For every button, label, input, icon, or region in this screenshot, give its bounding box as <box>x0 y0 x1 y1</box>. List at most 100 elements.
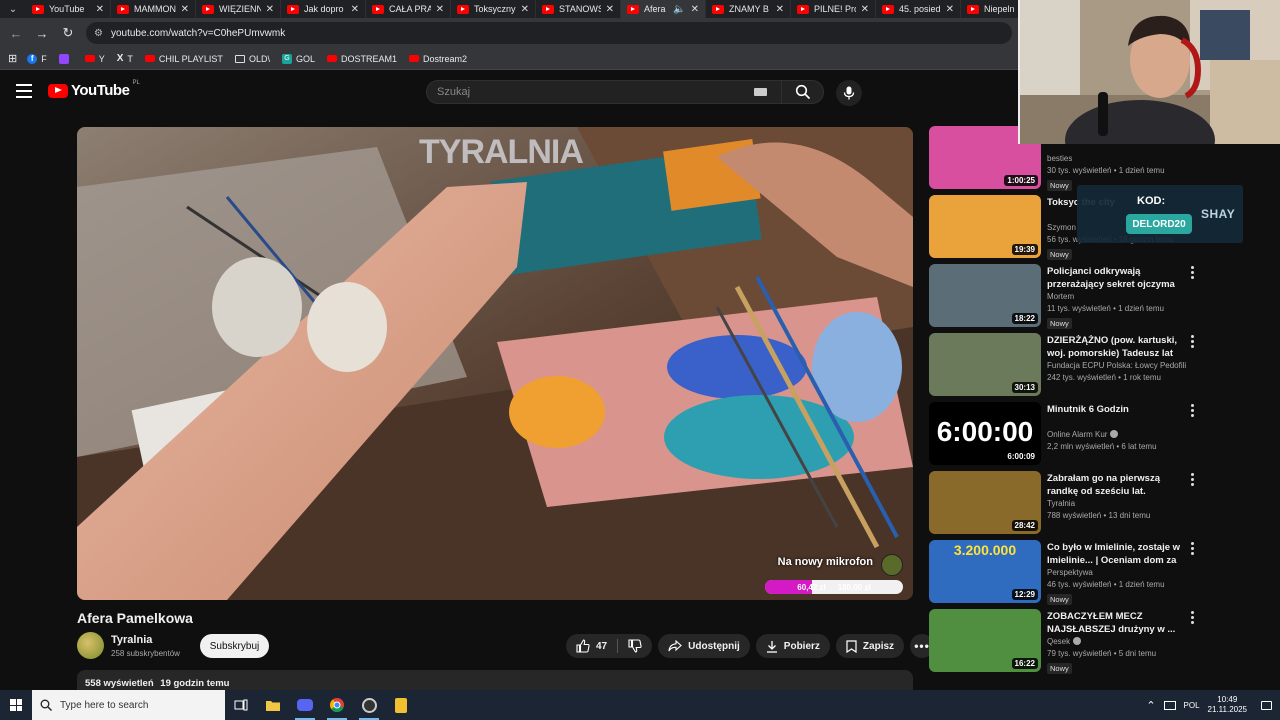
apps-grid-icon[interactable]: ⊞ <box>8 52 17 65</box>
bookmark-item[interactable]: CHIL PLAYLIST <box>144 53 223 64</box>
video-thumbnail[interactable]: 3.200.000 12:29 <box>929 540 1041 603</box>
dislike-button[interactable] <box>618 634 652 658</box>
tab-close-icon[interactable]: ✕ <box>861 4 869 15</box>
more-vertical-icon[interactable] <box>1188 404 1196 417</box>
bookmark-item[interactable]: fF <box>27 53 47 64</box>
recommended-video[interactable]: 3.200.000 12:29 Co było w Imielinie, zosta… <box>929 540 1205 606</box>
browser-tab[interactable]: Toksyczny ✕ <box>451 0 536 18</box>
video-thumbnail[interactable]: 16:22 <box>929 609 1041 672</box>
forward-arrow-icon[interactable]: → <box>34 26 50 41</box>
recommended-channel[interactable]: Fundacja ECPU Polska: Łowcy Pedofili <box>1047 361 1186 370</box>
recommended-video[interactable]: 30:13 DZIERŻĄŻNO (pow. kartuski, woj. pom… <box>929 333 1205 399</box>
tab-search-chevron-icon[interactable]: ⌄ <box>0 0 26 18</box>
taskbar-app-yellow[interactable] <box>385 690 417 720</box>
recommended-title[interactable]: Zabrałam go na pierwszą randkę od sześci… <box>1047 472 1181 498</box>
youtube-logo[interactable]: YouTube PL <box>48 80 140 99</box>
task-view-button[interactable] <box>225 690 257 720</box>
menu-hamburger-icon[interactable] <box>16 84 32 98</box>
recommended-video[interactable]: 6:00:00 6:00:09 Minutnik 6 Godzin Online Al… <box>929 402 1205 468</box>
recommended-title[interactable]: ZOBACZYŁEM MECZ NAJSŁABSZEJ drużyny w ..… <box>1047 610 1181 636</box>
search-input[interactable] <box>427 81 754 103</box>
site-info-icon[interactable]: ⚙ <box>94 28 103 39</box>
browser-tab[interactable]: Afera F 🔈 ✕ <box>621 0 706 18</box>
video-thumbnail[interactable]: 18:22 <box>929 264 1041 327</box>
more-vertical-icon[interactable] <box>1188 542 1196 555</box>
back-arrow-icon[interactable]: ← <box>8 26 24 41</box>
bookmark-item[interactable]: Dostream2 <box>408 53 467 64</box>
recommended-channel[interactable]: Perspektywa <box>1047 568 1093 577</box>
channel-name[interactable]: Tyralnia <box>111 634 152 646</box>
tray-chevron-icon[interactable]: ⌃ <box>1146 699 1155 712</box>
notifications-icon[interactable] <box>1261 700 1272 710</box>
more-vertical-icon[interactable] <box>1188 266 1196 279</box>
tab-close-icon[interactable]: ✕ <box>776 4 784 15</box>
browser-tab[interactable]: MAMMON ✕ <box>111 0 196 18</box>
more-vertical-icon[interactable] <box>1188 611 1196 624</box>
browser-tab[interactable]: PILNE! Pro ✕ <box>791 0 876 18</box>
bookmark-item[interactable]: OLD\ <box>234 53 270 64</box>
browser-tab[interactable]: Jak dopro ✕ <box>281 0 366 18</box>
keyboard-icon[interactable] <box>754 88 767 96</box>
recommended-channel[interactable]: Qesek <box>1047 637 1070 646</box>
download-button[interactable]: Pobierz <box>755 634 830 658</box>
channel-avatar[interactable] <box>77 632 104 659</box>
browser-tab[interactable]: WIĘZIENN ✕ <box>196 0 281 18</box>
recommended-channel[interactable]: Mortem <box>1047 292 1074 301</box>
browser-tab[interactable]: STANOWS ✕ <box>536 0 621 18</box>
recommended-video[interactable]: 18:22 Policjanci odkrywają przerażający s… <box>929 264 1205 330</box>
share-button[interactable]: Udostępnij <box>658 634 750 658</box>
taskbar-search[interactable] <box>32 690 225 720</box>
tab-close-icon[interactable]: ✕ <box>96 4 104 15</box>
taskbar-clock[interactable]: 10:49 21.11.2025 <box>1208 695 1247 715</box>
tab-close-icon[interactable]: ✕ <box>946 4 954 15</box>
taskbar-file-explorer[interactable] <box>257 690 289 720</box>
taskbar-search-input[interactable] <box>60 699 210 711</box>
recommended-channel[interactable]: Szymon <box>1047 223 1076 232</box>
taskbar-discord[interactable] <box>289 690 321 720</box>
voice-search-button[interactable] <box>836 80 862 106</box>
browser-tab[interactable]: YouTube ✕ <box>26 0 111 18</box>
tab-close-icon[interactable]: ✕ <box>436 4 444 15</box>
browser-tab[interactable]: CAŁA PRA ✕ <box>366 0 451 18</box>
tab-close-icon[interactable]: ✕ <box>606 4 614 15</box>
tab-close-icon[interactable]: ✕ <box>351 4 359 15</box>
recommended-video[interactable]: 16:22 ZOBACZYŁEM MECZ NAJSŁABSZEJ drużyny… <box>929 609 1205 675</box>
video-thumbnail[interactable]: 30:13 <box>929 333 1041 396</box>
network-icon[interactable] <box>1163 700 1176 710</box>
video-thumbnail[interactable]: 28:42 <box>929 471 1041 534</box>
bookmark-item[interactable]: DOSTREAM1 <box>326 53 397 64</box>
bookmark-item[interactable]: Y <box>84 53 105 64</box>
audio-icon[interactable]: 🔈 <box>673 4 685 15</box>
more-vertical-icon[interactable] <box>1188 473 1196 486</box>
recommended-title[interactable]: Policjanci odkrywają przerażający sekret… <box>1047 265 1181 291</box>
reload-icon[interactable]: ↻ <box>60 25 76 41</box>
bookmark-item[interactable]: XT <box>117 53 133 64</box>
taskbar-obs[interactable] <box>353 690 385 720</box>
video-thumbnail[interactable]: 19:39 <box>929 195 1041 258</box>
recommended-channel[interactable]: Online Alarm Kur <box>1047 430 1107 439</box>
recommended-title[interactable]: DZIERŻĄŻNO (pow. kartuski, woj. pomorski… <box>1047 334 1181 360</box>
save-button[interactable]: Zapisz <box>835 634 905 658</box>
tab-close-icon[interactable]: ✕ <box>521 4 529 15</box>
tab-close-icon[interactable]: ✕ <box>691 4 699 15</box>
recommended-video[interactable]: 28:42 Zabrałam go na pierwszą randkę od s… <box>929 471 1205 537</box>
subscribe-button[interactable]: Subskrybuj <box>200 634 269 658</box>
video-thumbnail[interactable]: 6:00:00 6:00:09 <box>929 402 1041 465</box>
browser-tab[interactable]: 45. posied ✕ <box>876 0 961 18</box>
language-indicator[interactable]: POL <box>1184 701 1200 710</box>
recommended-channel[interactable]: Tyralnia <box>1047 499 1075 508</box>
recommended-title[interactable]: Minutnik 6 Godzin <box>1047 403 1181 416</box>
browser-tab[interactable]: ZNAMY B ✕ <box>706 0 791 18</box>
more-vertical-icon[interactable] <box>1188 335 1196 348</box>
start-button[interactable] <box>0 690 32 720</box>
video-player[interactable]: TYRALNIA Na nowy mikrofon 60,42 zł 180,0… <box>77 127 913 600</box>
taskbar-chrome[interactable] <box>321 690 353 720</box>
recommended-channel[interactable]: besties <box>1047 154 1072 163</box>
search-button[interactable] <box>781 81 823 103</box>
like-button[interactable]: 47 <box>566 634 617 658</box>
tab-close-icon[interactable]: ✕ <box>266 4 274 15</box>
bookmark-item[interactable]: G GOL <box>281 53 315 64</box>
recommended-title[interactable]: Co było w Imielinie, zostaje w Imielinie… <box>1047 541 1181 567</box>
bookmark-item[interactable] <box>58 53 73 64</box>
url-field[interactable]: ⚙ youtube.com/watch?v=C0hePUmvwmk <box>86 22 1012 44</box>
